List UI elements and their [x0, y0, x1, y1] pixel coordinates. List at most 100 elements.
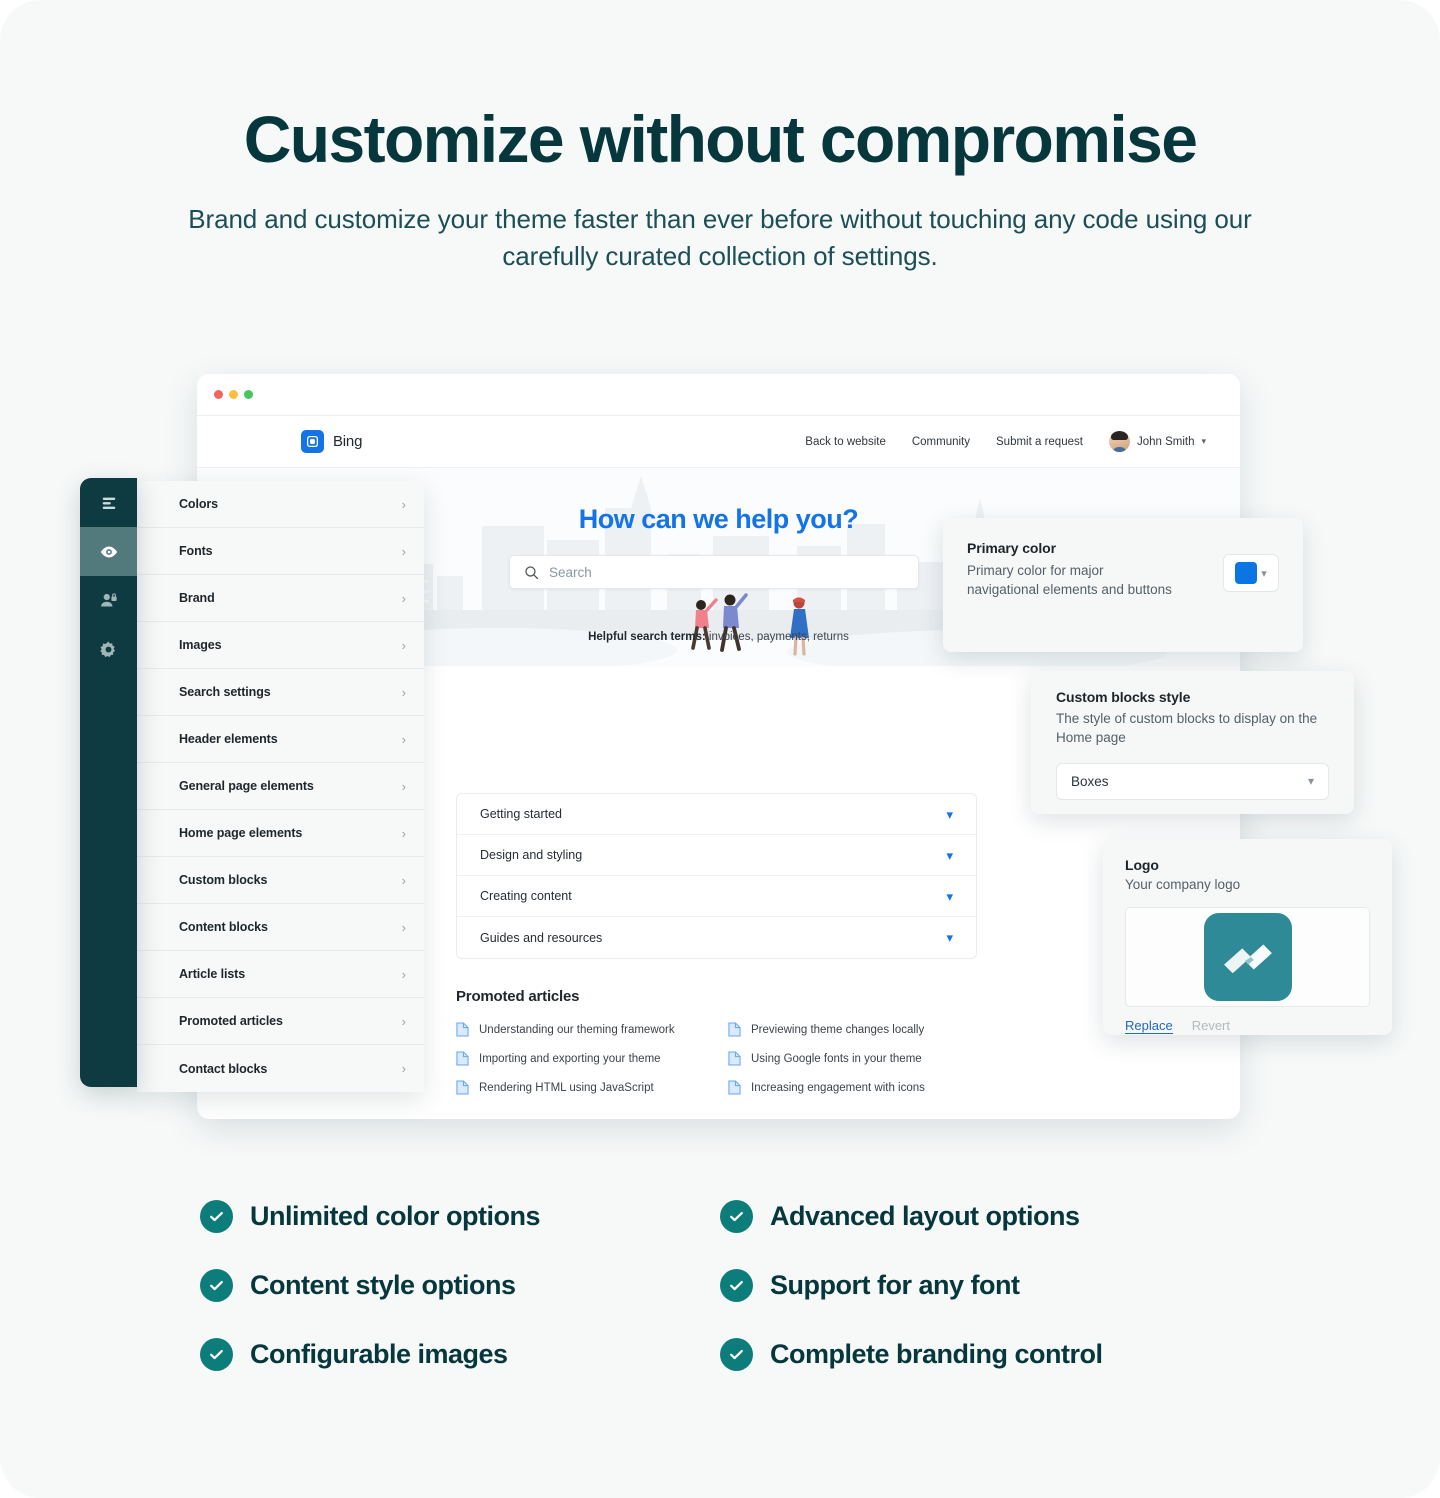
company-logo-icon — [1203, 912, 1292, 1001]
promoted-article-label: Previewing theme changes locally — [751, 1023, 925, 1036]
page-root: Customize without compromise Brand and c… — [0, 0, 1440, 1498]
nav-community[interactable]: Community — [912, 436, 970, 448]
document-icon — [456, 1080, 469, 1095]
menu-item-header-elements[interactable]: Header elements › — [137, 716, 424, 763]
promoted-article-label: Using Google fonts in your theme — [751, 1052, 922, 1065]
feature-item: Unlimited color options — [200, 1200, 720, 1233]
promoted-article-item[interactable]: Previewing theme changes locally — [728, 1022, 1000, 1037]
accordion-row[interactable]: Getting started ▾ — [457, 794, 976, 835]
menu-icon — [102, 497, 115, 509]
menu-item-home-page-elements[interactable]: Home page elements › — [137, 810, 424, 857]
chevron-down-icon: ▾ — [946, 930, 953, 945]
logo-description: Your company logo — [1125, 877, 1241, 892]
revert-logo-link[interactable]: Revert — [1192, 1018, 1230, 1033]
check-circle-icon — [720, 1200, 753, 1233]
window-minimize-dot[interactable] — [229, 390, 238, 399]
eye-icon — [100, 546, 117, 557]
nav-submit-a-request[interactable]: Submit a request — [996, 436, 1083, 448]
promoted-article-item[interactable]: Understanding our theming framework — [456, 1022, 728, 1037]
rail-item-settings[interactable] — [80, 625, 137, 674]
accordion-row[interactable]: Creating content ▾ — [457, 876, 976, 917]
menu-item-article-lists[interactable]: Article lists › — [137, 951, 424, 998]
menu-item-label: Contact blocks — [179, 1061, 268, 1076]
feature-item: Advanced layout options — [720, 1200, 1240, 1233]
user-lock-icon — [101, 593, 117, 607]
menu-item-label: Header elements — [179, 732, 278, 746]
chevron-right-icon: › — [401, 731, 406, 747]
menu-item-search-settings[interactable]: Search settings › — [137, 669, 424, 716]
avatar — [1108, 431, 1130, 452]
browser-titlebar — [197, 374, 1240, 416]
logo-actions: Replace Revert — [1125, 1018, 1370, 1034]
search-icon — [525, 565, 539, 579]
menu-item-label: Promoted articles — [179, 1014, 283, 1028]
accordion-row[interactable]: Guides and resources ▾ — [457, 917, 976, 958]
chevron-right-icon: › — [401, 825, 406, 841]
menu-item-label: Images — [179, 638, 222, 652]
chevron-down-icon: ▾ — [946, 888, 953, 904]
rail-item-preview[interactable] — [80, 527, 137, 576]
nav-back-to-website[interactable]: Back to website — [805, 436, 886, 448]
replace-logo-link[interactable]: Replace — [1125, 1018, 1173, 1034]
page-subtitle: Brand and customize your theme faster th… — [188, 204, 1252, 272]
rail-item-menu[interactable] — [80, 478, 137, 527]
menu-item-label: Content blocks — [179, 920, 268, 934]
promoted-article-item[interactable]: Using Google fonts in your theme — [728, 1051, 1000, 1066]
brand-name: Bing — [333, 433, 363, 450]
chevron-down-icon: ▾ — [1261, 567, 1267, 580]
feature-label: Advanced layout options — [770, 1201, 1080, 1231]
menu-item-custom-blocks[interactable]: Custom blocks › — [137, 857, 424, 904]
feature-item: Configurable images — [200, 1338, 720, 1371]
custom-blocks-style-description: The style of custom blocks to display on… — [1056, 711, 1318, 745]
menu-item-images[interactable]: Images › — [137, 622, 424, 669]
custom-blocks-style-value: Boxes — [1071, 773, 1109, 789]
chevron-right-icon: › — [401, 496, 406, 512]
menu-item-fonts[interactable]: Fonts › — [137, 528, 424, 575]
check-circle-icon — [720, 1338, 753, 1371]
chevron-down-icon: ▾ — [1201, 436, 1206, 446]
chevron-right-icon: › — [401, 1013, 406, 1029]
promoted-article-item[interactable]: Increasing engagement with icons — [728, 1080, 1000, 1095]
search-input[interactable]: Search — [509, 555, 919, 589]
custom-blocks-style-card: Custom blocks style The style of custom … — [1031, 671, 1354, 814]
window-maximize-dot[interactable] — [244, 390, 253, 399]
promoted-article-label: Understanding our theming framework — [479, 1023, 675, 1036]
chevron-down-icon: ▾ — [946, 806, 953, 822]
helpful-search-terms-values: invoices, payments, returns — [708, 631, 849, 643]
accordion-label: Getting started — [480, 807, 562, 821]
chevron-right-icon: › — [401, 543, 406, 559]
custom-blocks-style-title: Custom blocks style — [1056, 689, 1191, 705]
user-menu[interactable]: John Smith ▾ — [1108, 431, 1206, 452]
promoted-article-item[interactable]: Importing and exporting your theme — [456, 1051, 728, 1066]
chevron-right-icon: › — [401, 590, 406, 606]
primary-color-picker[interactable]: ▾ — [1223, 554, 1279, 592]
promoted-article-label: Increasing engagement with icons — [751, 1081, 925, 1094]
check-circle-icon — [200, 1269, 233, 1302]
page-title: Customize without compromise — [243, 102, 1198, 176]
menu-item-contact-blocks[interactable]: Contact blocks › — [137, 1045, 424, 1092]
window-close-dot[interactable] — [214, 390, 223, 399]
promoted-article-label: Rendering HTML using JavaScript — [479, 1081, 654, 1094]
chevron-right-icon: › — [401, 966, 406, 982]
brand-block[interactable]: Bing — [301, 430, 362, 453]
custom-blocks-style-select[interactable]: Boxes ▾ — [1056, 762, 1329, 800]
promoted-article-label: Importing and exporting your theme — [479, 1052, 661, 1065]
feature-label: Unlimited color options — [250, 1201, 541, 1231]
menu-item-brand[interactable]: Brand › — [137, 575, 424, 622]
accordion-row[interactable]: Design and styling ▾ — [457, 835, 976, 876]
accordion-label: Guides and resources — [480, 930, 603, 945]
menu-item-colors[interactable]: Colors › — [137, 481, 424, 528]
chevron-right-icon: › — [401, 1061, 406, 1076]
rail-item-permissions[interactable] — [80, 576, 137, 625]
primary-color-row: Primary color Primary color for major na… — [967, 540, 1279, 600]
promoted-articles-title: Promoted articles — [456, 988, 580, 1005]
menu-item-content-blocks[interactable]: Content blocks › — [137, 904, 424, 951]
menu-item-promoted-articles[interactable]: Promoted articles › — [137, 998, 424, 1045]
color-swatch — [1235, 562, 1258, 584]
menu-item-label: Custom blocks — [179, 873, 268, 887]
check-circle-icon — [200, 1338, 233, 1371]
chevron-right-icon: › — [401, 919, 406, 935]
menu-item-general-page-elements[interactable]: General page elements › — [137, 763, 424, 810]
promoted-article-item[interactable]: Rendering HTML using JavaScript — [456, 1080, 728, 1095]
user-name: John Smith — [1136, 435, 1195, 448]
